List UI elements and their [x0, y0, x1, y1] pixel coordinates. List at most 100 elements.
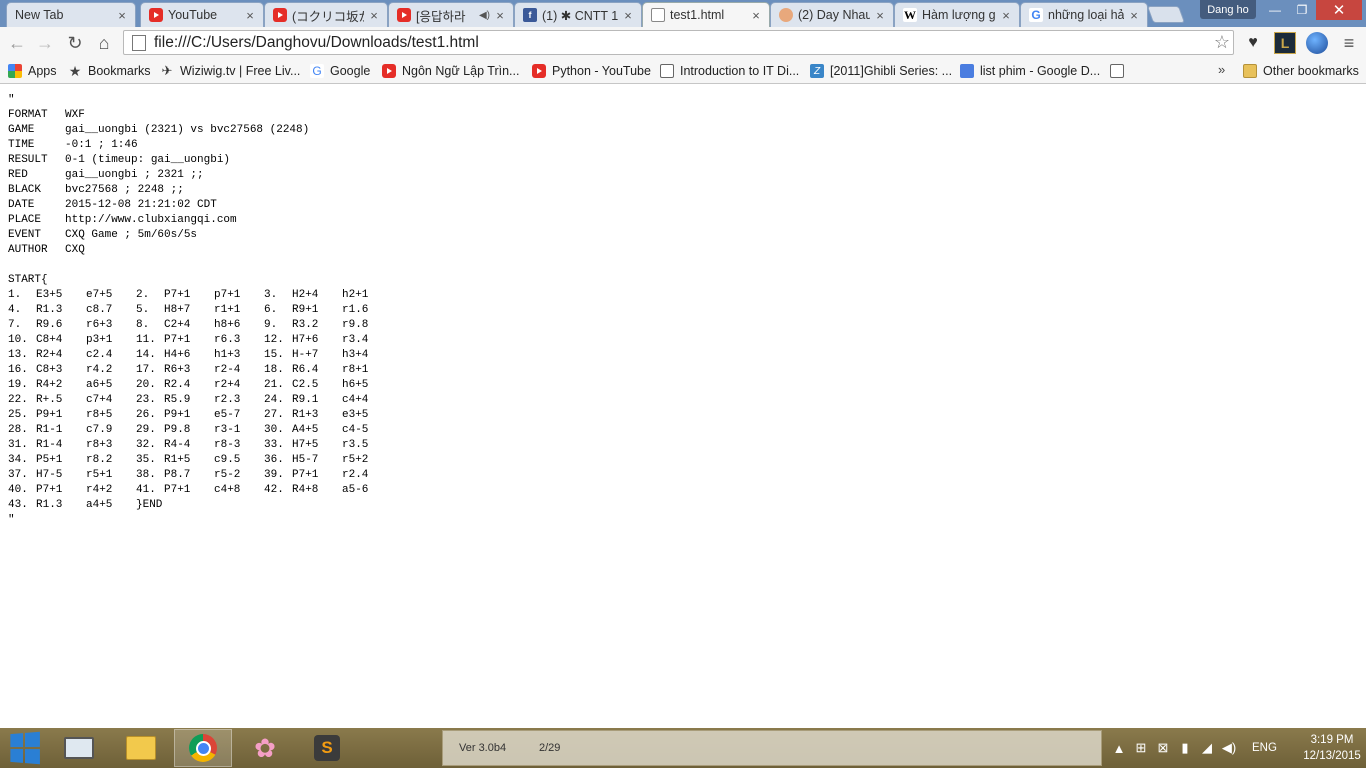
- header-value: CXQ Game ; 5m/60s/5s: [65, 229, 198, 241]
- bookmark-3[interactable]: G Google: [310, 62, 376, 80]
- move-number: 28.: [8, 424, 28, 436]
- network-error-icon[interactable]: ⊠: [1152, 740, 1174, 756]
- bookmark-6[interactable]: Introduction to IT Di...: [660, 62, 804, 80]
- move-number: 14.: [136, 349, 156, 361]
- tab-close-icon[interactable]: ×: [999, 8, 1013, 23]
- maximize-button[interactable]: ❐: [1288, 0, 1316, 20]
- taskbar-chrome[interactable]: [174, 729, 232, 767]
- black-move: r2.4: [342, 469, 369, 481]
- tab-close-icon[interactable]: ×: [493, 8, 507, 23]
- reload-button[interactable]: ↻: [63, 31, 87, 55]
- move: 18. R6.4 r8+1: [264, 363, 392, 378]
- header-line: FORMAT WXF: [8, 108, 392, 123]
- tab-close-icon[interactable]: ×: [1127, 8, 1141, 23]
- taskbar-sakura-app[interactable]: ✿: [236, 729, 294, 767]
- wifi-signal-icon[interactable]: ◢: [1196, 740, 1218, 756]
- bookmark-4[interactable]: Ngôn Ngữ Lập Trìn...: [382, 62, 526, 80]
- globe-extension-icon[interactable]: [1306, 32, 1328, 54]
- bookmark-0[interactable]: Apps: [8, 62, 64, 80]
- black-move: c4-5: [342, 424, 369, 436]
- tab-close-icon[interactable]: ×: [621, 8, 635, 23]
- bookmark-9[interactable]: [1110, 62, 1130, 80]
- move: 42. R4+8 a5-6: [264, 483, 392, 498]
- tab-close-icon[interactable]: ×: [367, 8, 381, 23]
- bookmark-5[interactable]: Python - YouTube: [532, 62, 652, 80]
- move: 43. R1.3 a4+5: [8, 498, 136, 513]
- move: 5. H8+7 r1+1: [136, 303, 264, 318]
- taskbar-sublime-text[interactable]: S: [298, 729, 356, 767]
- wikipedia-icon: W: [903, 7, 917, 22]
- tab-close-icon[interactable]: ×: [243, 8, 257, 23]
- new-tab-button[interactable]: [1146, 6, 1186, 23]
- taskbar-resource-monitor[interactable]: [50, 729, 108, 767]
- black-move: c4+4: [342, 394, 369, 406]
- minimize-button[interactable]: —: [1262, 0, 1288, 20]
- tab-5[interactable]: test1.html ×: [642, 2, 770, 27]
- input-language[interactable]: ENG: [1252, 742, 1277, 754]
- move-number: 12.: [264, 334, 284, 346]
- chrome-menu-icon[interactable]: ≡: [1338, 32, 1360, 54]
- battery-icon[interactable]: ▮: [1174, 740, 1196, 756]
- move-number: 41.: [136, 484, 156, 496]
- close-window-button[interactable]: ✕: [1316, 0, 1362, 20]
- red-move: R5.9: [164, 394, 191, 406]
- forward-button[interactable]: →: [33, 31, 57, 55]
- black-move: r2.3: [214, 394, 241, 406]
- red-move: R2+4: [36, 349, 63, 361]
- address-bar[interactable]: file:///C:/Users/Danghovu/Downloads/test…: [123, 30, 1234, 55]
- clock[interactable]: 3:19 PM 12/13/2015: [1300, 732, 1364, 764]
- profile-button[interactable]: Dang ho: [1200, 0, 1256, 19]
- header-key: AUTHOR: [8, 244, 48, 256]
- black-move: r5+2: [342, 454, 369, 466]
- header-value: -0:1 ; 1:46: [65, 139, 138, 151]
- league-extension-icon[interactable]: L: [1274, 32, 1296, 54]
- taskbar-file-explorer[interactable]: [112, 729, 170, 767]
- move: 4. R1.3 c8.7: [8, 303, 136, 318]
- other-bookmarks-folder[interactable]: Other bookmarks: [1243, 62, 1363, 80]
- tab-1[interactable]: YouTube ×: [140, 2, 264, 27]
- tab-close-icon[interactable]: ×: [115, 8, 129, 23]
- bookmark-1[interactable]: ★ Bookmarks: [68, 62, 154, 80]
- tab-4[interactable]: f (1) ✱ CNTT 1 ×: [514, 2, 642, 27]
- bookmark-2[interactable]: ✈ Wiziwig.tv | Free Liv...: [160, 62, 304, 80]
- move-number: 25.: [8, 409, 28, 421]
- tab-6[interactable]: (2) Day Nhau ×: [770, 2, 894, 27]
- show-hidden-icons-icon[interactable]: ▲: [1108, 741, 1130, 756]
- bookmark-label: Apps: [28, 64, 57, 78]
- move-line: 40. P7+1 r4+2 41. P7+1 c4+8 42. R4+8 a5-6: [8, 483, 392, 498]
- tab-3[interactable]: [응답하라 ◀) ×: [388, 2, 514, 27]
- move-line: 22. R+.5 c7+4 23. R5.9 r2.3 24. R9.1 c4+4: [8, 393, 392, 408]
- start-button[interactable]: [2, 729, 46, 767]
- heart-extension-icon[interactable]: ♥: [1242, 32, 1264, 54]
- tab-2[interactable]: (コクリコ坂から)×: [264, 2, 388, 27]
- taskbar-toolbar[interactable]: Ver 3.0b4 2/29: [442, 730, 1102, 766]
- ghibli-icon: Z: [810, 64, 824, 78]
- move-number: 36.: [264, 454, 284, 466]
- tab-close-icon[interactable]: ×: [873, 8, 887, 23]
- tab-8[interactable]: Gnhững loại hả ×: [1020, 2, 1148, 27]
- move-line: 25. P9+1 r8+5 26. P9+1 e5-7 27. R1+3 e3+5: [8, 408, 392, 423]
- red-move: P9+1: [36, 409, 63, 421]
- browser-toolbar: ← → ↻ ⌂ file:///C:/Users/Danghovu/Downlo…: [0, 27, 1366, 58]
- bookmark-7[interactable]: Z [2011]Ghibli Series: ...: [810, 62, 954, 80]
- tab-0[interactable]: New Tab ×: [6, 2, 136, 27]
- action-center-icon[interactable]: ⊞: [1130, 740, 1152, 756]
- black-move: p7+1: [214, 289, 241, 301]
- home-button[interactable]: ⌂: [92, 31, 116, 55]
- header-key: GAME: [8, 124, 35, 136]
- back-button[interactable]: ←: [5, 31, 29, 55]
- black-move: r4.2: [86, 364, 113, 376]
- red-move: R4+2: [36, 379, 63, 391]
- open-quote: ": [8, 94, 15, 106]
- url-text[interactable]: file:///C:/Users/Danghovu/Downloads/test…: [154, 34, 1211, 52]
- black-move: r8.2: [86, 454, 113, 466]
- bookmark-8[interactable]: list phim - Google D...: [960, 62, 1104, 80]
- tab-7[interactable]: W Hàm lượng gi ×: [894, 2, 1020, 27]
- move: 27. R1+3 e3+5: [264, 408, 392, 423]
- volume-icon[interactable]: ◀): [1218, 740, 1240, 756]
- bookmarks-overflow-button[interactable]: »: [1218, 62, 1225, 77]
- bookmark-star-icon[interactable]: ☆: [1211, 32, 1233, 53]
- black-move: r5+1: [86, 469, 113, 481]
- tab-title: YouTube: [168, 8, 218, 22]
- tab-close-icon[interactable]: ×: [749, 8, 763, 23]
